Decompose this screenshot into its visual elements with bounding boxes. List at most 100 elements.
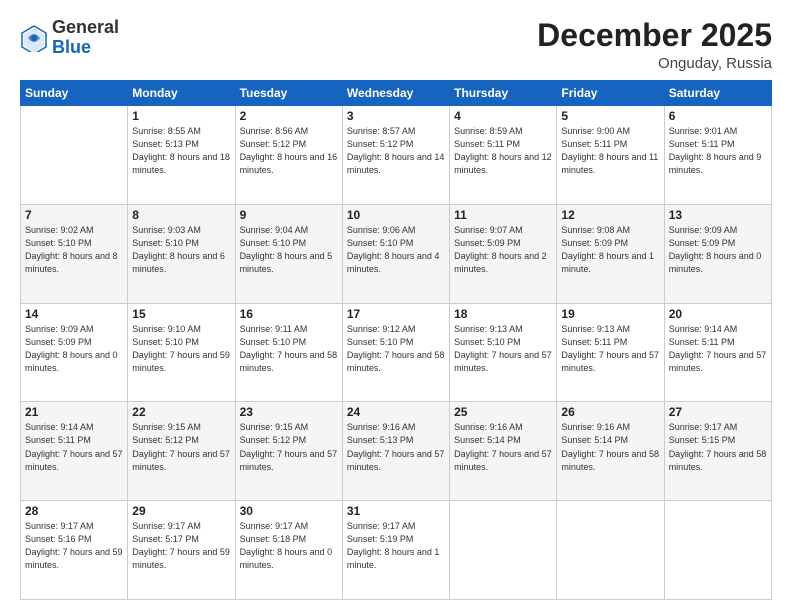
table-row: 11 Sunrise: 9:07 AMSunset: 5:09 PMDayligh…	[450, 204, 557, 303]
col-saturday: Saturday	[664, 81, 771, 106]
table-row: 6 Sunrise: 9:01 AMSunset: 5:11 PMDaylight…	[664, 106, 771, 205]
calendar-header-row: Sunday Monday Tuesday Wednesday Thursday…	[21, 81, 772, 106]
header: General Blue December 2025 Onguday, Russ…	[20, 18, 772, 72]
table-row	[450, 501, 557, 600]
table-row: 31Sunrise: 9:17 AMSunset: 5:19 PMDayligh…	[342, 501, 449, 600]
day-number: 26	[561, 405, 659, 419]
col-tuesday: Tuesday	[235, 81, 342, 106]
day-info: Sunrise: 9:03 AMSunset: 5:10 PMDaylight:…	[132, 224, 230, 276]
table-row: 8 Sunrise: 9:03 AMSunset: 5:10 PMDaylight…	[128, 204, 235, 303]
table-row: 12Sunrise: 9:08 AMSunset: 5:09 PMDayligh…	[557, 204, 664, 303]
table-row: 17 Sunrise: 9:12 AMSunset: 5:10 PMDayligh…	[342, 303, 449, 402]
day-info: Sunrise: 9:17 AMSunset: 5:15 PMDaylight:…	[669, 421, 767, 473]
table-row: 3 Sunrise: 8:57 AMSunset: 5:12 PMDaylight…	[342, 106, 449, 205]
day-info: Sunrise: 9:16 AMSunset: 5:13 PMDaylight:…	[347, 421, 445, 473]
location: Onguday, Russia	[537, 55, 772, 72]
table-row: 9 Sunrise: 9:04 AMSunset: 5:10 PMDaylight…	[235, 204, 342, 303]
table-row: 29 Sunrise: 9:17 AMSunset: 5:17 PMDayligh…	[128, 501, 235, 600]
day-number: 7	[25, 208, 123, 222]
table-row: 23 Sunrise: 9:15 AMSunset: 5:12 PMDayligh…	[235, 402, 342, 501]
day-number: 1	[132, 109, 230, 123]
day-info: Sunrise: 9:15 AMSunset: 5:12 PMDaylight:…	[240, 421, 338, 473]
day-number: 14	[25, 307, 123, 321]
day-info: Sunrise: 9:17 AMSunset: 5:19 PMDaylight:…	[347, 520, 445, 572]
day-number: 9	[240, 208, 338, 222]
table-row: 24 Sunrise: 9:16 AMSunset: 5:13 PMDayligh…	[342, 402, 449, 501]
day-number: 17	[347, 307, 445, 321]
day-info: Sunrise: 9:16 AMSunset: 5:14 PMDaylight:…	[561, 421, 659, 473]
day-number: 28	[25, 504, 123, 518]
table-row: 16 Sunrise: 9:11 AMSunset: 5:10 PMDayligh…	[235, 303, 342, 402]
day-info: Sunrise: 9:13 AMSunset: 5:11 PMDaylight:…	[561, 323, 659, 375]
day-number: 8	[132, 208, 230, 222]
calendar-week-row: 14Sunrise: 9:09 AMSunset: 5:09 PMDayligh…	[21, 303, 772, 402]
logo-icon	[20, 24, 48, 52]
col-friday: Friday	[557, 81, 664, 106]
day-number: 21	[25, 405, 123, 419]
day-info: Sunrise: 9:14 AMSunset: 5:11 PMDaylight:…	[25, 421, 123, 473]
table-row: 14Sunrise: 9:09 AMSunset: 5:09 PMDayligh…	[21, 303, 128, 402]
day-number: 6	[669, 109, 767, 123]
table-row: 10Sunrise: 9:06 AMSunset: 5:10 PMDayligh…	[342, 204, 449, 303]
day-info: Sunrise: 9:15 AMSunset: 5:12 PMDaylight:…	[132, 421, 230, 473]
day-number: 30	[240, 504, 338, 518]
day-number: 27	[669, 405, 767, 419]
day-info: Sunrise: 9:12 AMSunset: 5:10 PMDaylight:…	[347, 323, 445, 375]
day-info: Sunrise: 9:13 AMSunset: 5:10 PMDaylight:…	[454, 323, 552, 375]
day-info: Sunrise: 9:10 AMSunset: 5:10 PMDaylight:…	[132, 323, 230, 375]
table-row: 7 Sunrise: 9:02 AMSunset: 5:10 PMDaylight…	[21, 204, 128, 303]
day-number: 24	[347, 405, 445, 419]
day-number: 5	[561, 109, 659, 123]
calendar-week-row: 7 Sunrise: 9:02 AMSunset: 5:10 PMDaylight…	[21, 204, 772, 303]
logo-general-text: General	[52, 17, 119, 37]
day-info: Sunrise: 9:16 AMSunset: 5:14 PMDaylight:…	[454, 421, 552, 473]
day-number: 15	[132, 307, 230, 321]
day-info: Sunrise: 9:06 AMSunset: 5:10 PMDaylight:…	[347, 224, 445, 276]
day-number: 22	[132, 405, 230, 419]
table-row: 28 Sunrise: 9:17 AMSunset: 5:16 PMDayligh…	[21, 501, 128, 600]
day-info: Sunrise: 9:17 AMSunset: 5:17 PMDaylight:…	[132, 520, 230, 572]
day-number: 11	[454, 208, 552, 222]
month-title: December 2025	[537, 18, 772, 53]
table-row	[557, 501, 664, 600]
day-number: 16	[240, 307, 338, 321]
day-info: Sunrise: 9:01 AMSunset: 5:11 PMDaylight:…	[669, 125, 767, 177]
table-row: 18 Sunrise: 9:13 AMSunset: 5:10 PMDayligh…	[450, 303, 557, 402]
table-row: 26 Sunrise: 9:16 AMSunset: 5:14 PMDayligh…	[557, 402, 664, 501]
day-info: Sunrise: 9:11 AMSunset: 5:10 PMDaylight:…	[240, 323, 338, 375]
day-info: Sunrise: 8:57 AMSunset: 5:12 PMDaylight:…	[347, 125, 445, 177]
day-info: Sunrise: 9:02 AMSunset: 5:10 PMDaylight:…	[25, 224, 123, 276]
day-info: Sunrise: 8:56 AMSunset: 5:12 PMDaylight:…	[240, 125, 338, 177]
day-number: 3	[347, 109, 445, 123]
day-number: 18	[454, 307, 552, 321]
day-number: 2	[240, 109, 338, 123]
table-row: 30 Sunrise: 9:17 AMSunset: 5:18 PMDayligh…	[235, 501, 342, 600]
table-row: 27 Sunrise: 9:17 AMSunset: 5:15 PMDayligh…	[664, 402, 771, 501]
day-number: 29	[132, 504, 230, 518]
day-info: Sunrise: 9:08 AMSunset: 5:09 PMDaylight:…	[561, 224, 659, 276]
page: General Blue December 2025 Onguday, Russ…	[0, 0, 792, 612]
calendar-week-row: 28 Sunrise: 9:17 AMSunset: 5:16 PMDayligh…	[21, 501, 772, 600]
day-info: Sunrise: 9:04 AMSunset: 5:10 PMDaylight:…	[240, 224, 338, 276]
day-number: 25	[454, 405, 552, 419]
table-row: 13Sunrise: 9:09 AMSunset: 5:09 PMDayligh…	[664, 204, 771, 303]
col-sunday: Sunday	[21, 81, 128, 106]
table-row	[21, 106, 128, 205]
day-number: 23	[240, 405, 338, 419]
col-wednesday: Wednesday	[342, 81, 449, 106]
col-monday: Monday	[128, 81, 235, 106]
day-info: Sunrise: 9:17 AMSunset: 5:18 PMDaylight:…	[240, 520, 338, 572]
table-row: 1Sunrise: 8:55 AMSunset: 5:13 PMDaylight…	[128, 106, 235, 205]
logo-text: General Blue	[52, 18, 119, 58]
day-info: Sunrise: 9:07 AMSunset: 5:09 PMDaylight:…	[454, 224, 552, 276]
table-row	[664, 501, 771, 600]
table-row: 15 Sunrise: 9:10 AMSunset: 5:10 PMDayligh…	[128, 303, 235, 402]
calendar-table: Sunday Monday Tuesday Wednesday Thursday…	[20, 80, 772, 600]
table-row: 21 Sunrise: 9:14 AMSunset: 5:11 PMDayligh…	[21, 402, 128, 501]
table-row: 2 Sunrise: 8:56 AMSunset: 5:12 PMDaylight…	[235, 106, 342, 205]
title-block: December 2025 Onguday, Russia	[537, 18, 772, 72]
logo-blue-text: Blue	[52, 37, 91, 57]
day-number: 4	[454, 109, 552, 123]
day-info: Sunrise: 9:17 AMSunset: 5:16 PMDaylight:…	[25, 520, 123, 572]
day-info: Sunrise: 9:14 AMSunset: 5:11 PMDaylight:…	[669, 323, 767, 375]
